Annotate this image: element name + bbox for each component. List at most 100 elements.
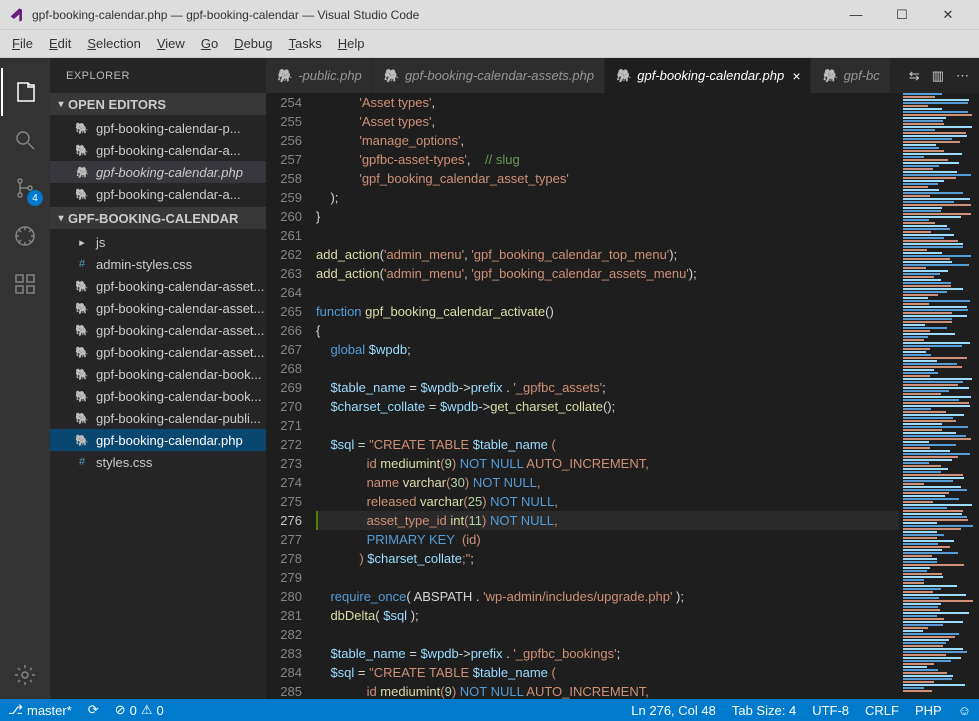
code-line[interactable]: PRIMARY KEY (id) (316, 530, 899, 549)
code-line[interactable]: asset_type_id int(11) NOT NULL, (316, 511, 899, 530)
activity-bar: 4 (0, 58, 50, 699)
code-line[interactable]: $charset_collate = $wpdb->get_charset_co… (316, 397, 899, 416)
tree-item[interactable]: 🐘gpf-booking-calendar-book... (50, 385, 266, 407)
code-line[interactable]: $table_name = $wpdb->prefix . '_gpfbc_bo… (316, 644, 899, 663)
code-line[interactable]: ) $charset_collate;"; (316, 549, 899, 568)
activity-scm[interactable]: 4 (1, 164, 49, 212)
php-icon: 🐘 (821, 68, 837, 84)
code-line[interactable] (316, 283, 899, 302)
activity-debug[interactable] (1, 212, 49, 260)
tree-label: gpf-booking-calendar-asset... (96, 301, 264, 316)
menu-debug[interactable]: Debug (226, 36, 280, 51)
tree-item[interactable]: 🐘gpf-booking-calendar-book... (50, 363, 266, 385)
code-line[interactable]: ); (316, 188, 899, 207)
code-line[interactable]: require_once( ABSPATH . 'wp-admin/includ… (316, 587, 899, 606)
code-line[interactable]: $sql = "CREATE TABLE $table_name ( (316, 435, 899, 454)
code-line[interactable]: 'Asset types', (316, 93, 899, 112)
code-line[interactable] (316, 625, 899, 644)
status-problems[interactable]: ⊘ 0 ⚠ 0 (107, 702, 172, 718)
minimap[interactable] (899, 93, 979, 699)
status-lang[interactable]: PHP (907, 703, 950, 718)
menubar: FileEditSelectionViewGoDebugTasksHelp (0, 30, 979, 58)
status-spaces[interactable]: Tab Size: 4 (724, 703, 804, 718)
activity-explorer[interactable] (1, 68, 49, 116)
menu-file[interactable]: File (4, 36, 41, 51)
code-line[interactable]: 'gpfbc-asset-types', // slug (316, 150, 899, 169)
code-line[interactable]: } (316, 207, 899, 226)
code-area[interactable]: 'Asset types', 'Asset types', 'manage_op… (316, 93, 899, 699)
tree-item[interactable]: 🐘gpf-booking-calendar.php (50, 429, 266, 451)
tree-item[interactable]: 🐘gpf-booking-calendar-publi... (50, 407, 266, 429)
tree-item[interactable]: 🐘gpf-booking-calendar-asset... (50, 319, 266, 341)
code-line[interactable]: 'manage_options', (316, 131, 899, 150)
tree-item[interactable]: 🐘gpf-booking-calendar-p... (50, 117, 266, 139)
code-line[interactable]: $table_name = $wpdb->prefix . '_gpfbc_as… (316, 378, 899, 397)
code-line[interactable]: add_action('admin_menu', 'gpf_booking_ca… (316, 264, 899, 283)
compare-icon[interactable]: ⇆ (909, 68, 920, 84)
close-icon[interactable]: × (792, 68, 800, 84)
tree-item[interactable]: 🐘gpf-booking-calendar-asset... (50, 275, 266, 297)
status-branch[interactable]: ⎇ master* (0, 702, 80, 718)
section-header[interactable]: ▾GPF-BOOKING-CALENDAR (50, 207, 266, 229)
editor-tab[interactable]: 🐘gpf-bc (811, 58, 890, 93)
tree-item[interactable]: 🐘 gpf-booking-calendar-asset... (50, 297, 266, 319)
code-line[interactable]: add_action('admin_menu', 'gpf_booking_ca… (316, 245, 899, 264)
code-line[interactable] (316, 359, 899, 378)
window-title: gpf-booking-calendar.php — gpf-booking-c… (32, 8, 833, 22)
status-lncol[interactable]: Ln 276, Col 48 (623, 703, 724, 718)
more-icon[interactable]: ⋯ (956, 68, 969, 84)
tree-item[interactable]: 🐘gpf-booking-calendar-a... (50, 139, 266, 161)
code-line[interactable]: 'gpf_booking_calendar_asset_types' (316, 169, 899, 188)
php-icon: 🐘 (74, 300, 90, 316)
activity-extensions[interactable] (1, 260, 49, 308)
menu-help[interactable]: Help (330, 36, 373, 51)
close-button[interactable]: ✕ (925, 0, 971, 30)
menu-view[interactable]: View (149, 36, 193, 51)
code-line[interactable]: global $wpdb; (316, 340, 899, 359)
code-line[interactable] (316, 568, 899, 587)
status-encoding[interactable]: UTF-8 (804, 703, 857, 718)
php-icon: 🐘 (74, 322, 90, 338)
menu-selection[interactable]: Selection (79, 36, 148, 51)
code-line[interactable]: name varchar(30) NOT NULL, (316, 473, 899, 492)
maximize-button[interactable]: ☐ (879, 0, 925, 30)
tree-item[interactable]: #styles.css (50, 451, 266, 473)
code-line[interactable]: released varchar(25) NOT NULL, (316, 492, 899, 511)
php-icon: 🐘 (74, 120, 90, 136)
editor-tab[interactable]: 🐘-public.php (266, 58, 373, 93)
code-line[interactable]: 'Asset types', (316, 112, 899, 131)
code-line[interactable] (316, 226, 899, 245)
editor-tab[interactable]: 🐘gpf-booking-calendar-assets.php (373, 58, 605, 93)
editor-tab[interactable]: 🐘gpf-booking-calendar.php× (605, 58, 811, 93)
tree-item[interactable]: 🐘gpf-booking-calendar.php (50, 161, 266, 183)
code-line[interactable]: function gpf_booking_calendar_activate() (316, 302, 899, 321)
status-eol[interactable]: CRLF (857, 703, 907, 718)
menu-edit[interactable]: Edit (41, 36, 79, 51)
tree-item[interactable]: ▸js (50, 231, 266, 253)
status-feedback[interactable]: ☺ (950, 703, 979, 718)
menu-tasks[interactable]: Tasks (280, 36, 329, 51)
section-header[interactable]: ▾OPEN EDITORS (50, 93, 266, 115)
activity-search[interactable] (1, 116, 49, 164)
tree-item[interactable]: #admin-styles.css (50, 253, 266, 275)
tree-label: gpf-booking-calendar-publi... (96, 411, 261, 426)
status-sync[interactable]: ⟳ (80, 702, 107, 718)
code-line[interactable]: id mediumint(9) NOT NULL AUTO_INCREMENT, (316, 454, 899, 473)
sidebar-title: EXPLORER (50, 58, 266, 93)
menu-go[interactable]: Go (193, 36, 226, 51)
vscode-icon (8, 7, 24, 23)
code-line[interactable] (316, 416, 899, 435)
code-line[interactable]: dbDelta( $sql ); (316, 606, 899, 625)
tree-item[interactable]: 🐘gpf-booking-calendar-a... (50, 183, 266, 205)
activity-settings[interactable] (1, 651, 49, 699)
code-line[interactable]: id mediumint(9) NOT NULL AUTO_INCREMENT, (316, 682, 899, 699)
sidebar: EXPLORER ▾OPEN EDITORS🐘gpf-booking-calen… (50, 58, 266, 699)
php-icon: 🐘 (74, 344, 90, 360)
code-line[interactable]: { (316, 321, 899, 340)
tree-item[interactable]: 🐘gpf-booking-calendar-asset... (50, 341, 266, 363)
editor[interactable]: 2542552562572582592602612622632642652662… (266, 93, 979, 699)
code-line[interactable]: $sql = "CREATE TABLE $table_name ( (316, 663, 899, 682)
split-icon[interactable]: ▥ (932, 68, 944, 84)
php-icon: 🐘 (74, 388, 90, 404)
minimize-button[interactable]: ― (833, 0, 879, 30)
